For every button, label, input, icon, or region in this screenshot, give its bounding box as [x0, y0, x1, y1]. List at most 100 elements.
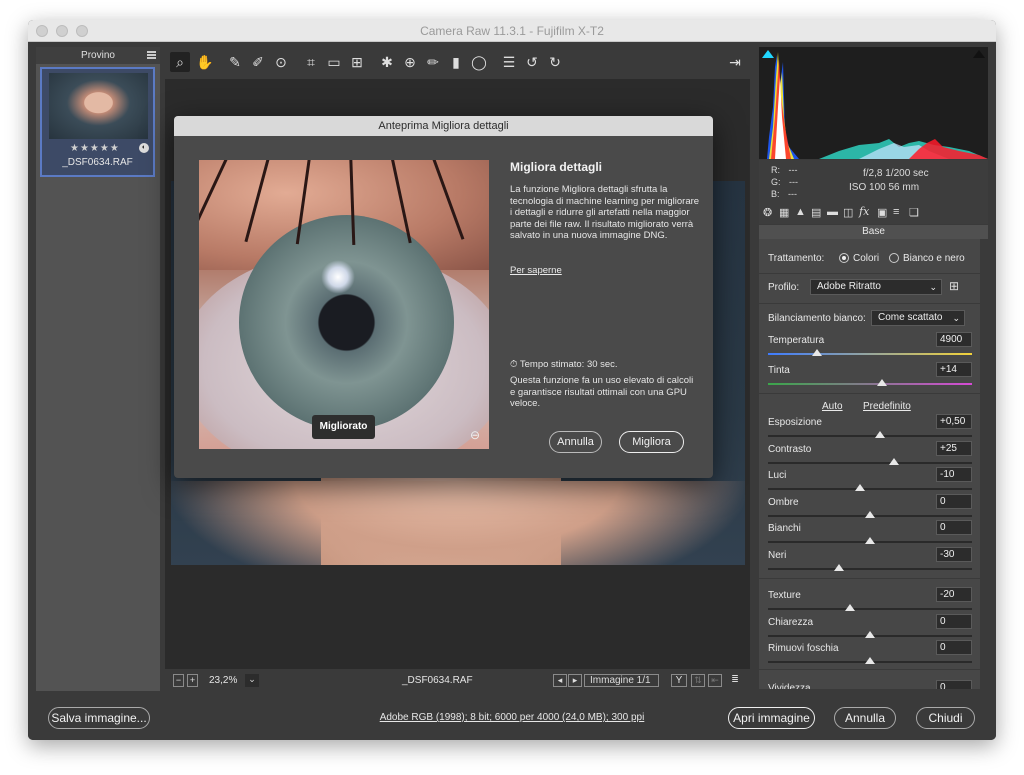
- radial-filter-icon[interactable]: ◯: [469, 52, 489, 72]
- slider-track-8[interactable]: [768, 608, 972, 610]
- brush-icon[interactable]: ✏: [423, 52, 443, 72]
- slider-track-7[interactable]: [768, 568, 972, 570]
- slider-knob-5[interactable]: [865, 511, 875, 518]
- slider-value-11[interactable]: 0: [936, 680, 972, 689]
- close-button[interactable]: Chiudi: [916, 707, 975, 729]
- profile-dropdown[interactable]: Adobe Ritratto ⌄: [810, 279, 942, 295]
- slider-value-2[interactable]: +0,50: [936, 414, 972, 429]
- slider-knob-7[interactable]: [834, 564, 845, 571]
- compare-view-button[interactable]: Y: [671, 674, 687, 687]
- slider-knob-10[interactable]: [865, 657, 875, 664]
- color-sampler-icon[interactable]: ✐: [248, 52, 268, 72]
- zoom-window-button[interactable]: [76, 25, 88, 37]
- slider-knob-4[interactable]: [854, 484, 865, 491]
- rotate-left-icon[interactable]: ↺: [522, 52, 542, 72]
- treatment-color-radio[interactable]: [839, 253, 849, 263]
- zoom-level[interactable]: 23,2%: [209, 675, 237, 686]
- g-label: G:: [771, 177, 781, 187]
- crop-icon[interactable]: ⌗: [301, 52, 321, 72]
- shadow-clipping-icon[interactable]: [762, 50, 774, 58]
- zoom-out-icon[interactable]: ⊖: [467, 427, 483, 443]
- zoom-in-button[interactable]: +: [187, 674, 198, 687]
- enhance-button[interactable]: Migliora: [619, 431, 684, 453]
- filmstrip-thumbnail[interactable]: ★★★★★ ◐ _DSF0634.RAF: [40, 67, 155, 177]
- learn-more-link[interactable]: Per saperne: [510, 265, 562, 276]
- slider-track-4[interactable]: [768, 488, 972, 490]
- zoom-out-button[interactable]: −: [173, 674, 184, 687]
- hand-icon[interactable]: ✋: [195, 52, 215, 72]
- auto-link[interactable]: Auto: [822, 401, 843, 412]
- highlight-clipping-icon[interactable]: [973, 50, 985, 58]
- basic-tab-icon[interactable]: ❂: [763, 206, 772, 219]
- open-image-button[interactable]: Apri immagine: [728, 707, 815, 729]
- slider-knob-2[interactable]: [875, 431, 886, 438]
- toggle-settings-icon[interactable]: ≣: [727, 674, 743, 687]
- slider-value-4[interactable]: -10: [936, 467, 972, 482]
- enhanced-preview-image[interactable]: Migliorato ⊖: [199, 160, 489, 449]
- filmstrip-menu-icon[interactable]: [147, 51, 156, 59]
- profile-browser-icon[interactable]: ⊞: [949, 279, 959, 293]
- slider-value-6[interactable]: 0: [936, 520, 972, 535]
- copy-settings-icon[interactable]: ⇤: [708, 674, 722, 687]
- estimated-time: ⏱ Tempo stimato: 30 sec.: [510, 359, 618, 370]
- slider-track-1[interactable]: [768, 383, 972, 385]
- thumbnail-image: [49, 73, 148, 139]
- prev-image-button[interactable]: ◂: [553, 674, 567, 687]
- spot-removal-icon[interactable]: ✱: [377, 52, 397, 72]
- presets-tab-icon[interactable]: ≡: [893, 206, 899, 218]
- b-value: ---: [788, 189, 798, 199]
- slider-value-0[interactable]: 4900: [936, 332, 972, 347]
- slider-knob-3[interactable]: [889, 458, 900, 465]
- slider-value-8[interactable]: -20: [936, 587, 972, 602]
- slider-knob-9[interactable]: [865, 631, 875, 638]
- window-title: Camera Raw 11.3.1 - Fujifilm X-T2: [420, 24, 604, 38]
- slider-track-3[interactable]: [768, 462, 972, 464]
- swap-icon[interactable]: ⇅: [691, 674, 705, 687]
- slider-value-1[interactable]: +14: [936, 362, 972, 377]
- treatment-bw-radio[interactable]: [889, 253, 899, 263]
- cancel-button[interactable]: Annulla: [834, 707, 896, 729]
- preview-filename: _DSF0634.RAF: [402, 675, 473, 686]
- snapshots-tab-icon[interactable]: ❏: [909, 206, 919, 219]
- slider-track-2[interactable]: [768, 435, 972, 437]
- tone-curve-tab-icon[interactable]: ▦: [779, 206, 789, 219]
- red-eye-icon[interactable]: ⊕: [400, 52, 420, 72]
- detail-tab-icon[interactable]: ▲: [795, 206, 806, 218]
- zoom-icon[interactable]: ⌕: [170, 52, 190, 72]
- fullscreen-icon[interactable]: ⇥: [725, 52, 745, 72]
- wb-dropdown[interactable]: Come scattato ⌄: [871, 310, 965, 326]
- transform-icon[interactable]: ⊞: [347, 52, 367, 72]
- target-adjust-icon[interactable]: ⊙: [271, 52, 291, 72]
- slider-value-10[interactable]: 0: [936, 640, 972, 655]
- minimize-window-button[interactable]: [56, 25, 68, 37]
- toolbar: ⌕ ✋ ✎ ✐ ⊙ ⌗ ▭ ⊞ ✱ ⊕ ✏ ▮ ◯ ☰ ↺ ↻ ⇥: [165, 47, 750, 77]
- adjustments-badge-icon: ◐: [139, 143, 149, 153]
- eyedropper-icon[interactable]: ✎: [225, 52, 245, 72]
- lens-tab-icon[interactable]: ◫: [843, 206, 853, 219]
- graduated-filter-icon[interactable]: ▮: [446, 52, 466, 72]
- slider-value-7[interactable]: -30: [936, 547, 972, 562]
- panel-scrollbar[interactable]: [980, 239, 988, 689]
- slider-knob-6[interactable]: [865, 537, 875, 544]
- next-image-button[interactable]: ▸: [568, 674, 582, 687]
- dialog-cancel-button[interactable]: Annulla: [549, 431, 602, 453]
- rotate-right-icon[interactable]: ↻: [545, 52, 565, 72]
- split-toning-tab-icon[interactable]: ▬: [827, 206, 838, 218]
- rating-stars[interactable]: ★★★★★: [70, 143, 120, 154]
- slider-value-9[interactable]: 0: [936, 614, 972, 629]
- default-link[interactable]: Predefinito: [863, 401, 911, 412]
- zoom-dropdown-chevron-icon[interactable]: ⌄: [245, 674, 259, 687]
- slider-knob-0[interactable]: [811, 349, 822, 356]
- slider-knob-8[interactable]: [844, 604, 855, 611]
- close-window-button[interactable]: [36, 25, 48, 37]
- slider-value-3[interactable]: +25: [936, 441, 972, 456]
- calibration-tab-icon[interactable]: ▣: [877, 206, 887, 219]
- slider-track-0[interactable]: [768, 353, 972, 355]
- effects-tab-icon[interactable]: fx: [859, 205, 869, 218]
- hsl-tab-icon[interactable]: ▤: [811, 206, 821, 219]
- straighten-icon[interactable]: ▭: [324, 52, 344, 72]
- slider-knob-1[interactable]: [877, 379, 888, 386]
- preferences-icon[interactable]: ☰: [499, 52, 519, 72]
- slider-value-5[interactable]: 0: [936, 494, 972, 509]
- panel-title: Base: [759, 225, 988, 239]
